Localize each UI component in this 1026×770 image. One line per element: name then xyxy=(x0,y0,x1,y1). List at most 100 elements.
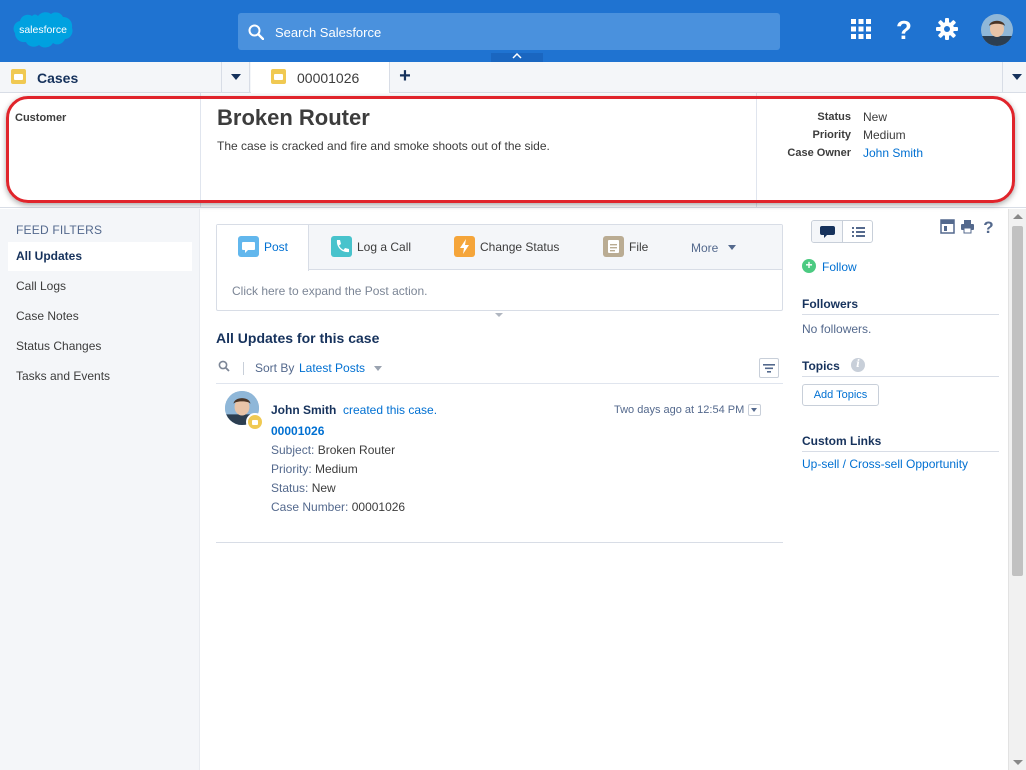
list-icon xyxy=(852,227,865,237)
tab-overflow-menu-button[interactable] xyxy=(1002,62,1026,93)
highlights-left-column: Customer xyxy=(0,93,201,207)
case-icon xyxy=(271,69,286,84)
layout-icon[interactable] xyxy=(940,219,955,234)
field-status: Status New xyxy=(757,109,1026,127)
post-action-text: created this case. xyxy=(343,403,438,417)
case-icon xyxy=(11,69,26,84)
field-priority: Priority Medium xyxy=(757,127,1026,145)
post-menu-button[interactable] xyxy=(748,404,761,416)
help-icon[interactable]: ? xyxy=(889,14,919,44)
search-placeholder: Search Salesforce xyxy=(275,25,382,40)
filter-call-logs[interactable]: Call Logs xyxy=(8,272,192,301)
case-icon xyxy=(246,413,264,431)
tab-change-status[interactable]: Change Status xyxy=(430,225,573,270)
post-field-label: Subject: xyxy=(271,443,315,457)
salesforce-logo[interactable]: salesforce xyxy=(12,11,74,53)
chevron-down-icon xyxy=(728,245,736,250)
custom-link-upsell[interactable]: Up-sell / Cross-sell Opportunity xyxy=(802,457,968,471)
feed-toolbar: Sort By Latest Posts xyxy=(216,358,783,380)
feed-view-button[interactable] xyxy=(812,221,843,242)
filter-case-notes[interactable]: Case Notes xyxy=(8,302,192,331)
sort-by-label: Sort By xyxy=(255,361,295,375)
post-icon xyxy=(238,236,259,257)
search-input[interactable]: Search Salesforce xyxy=(238,13,780,50)
filter-status-changes[interactable]: Status Changes xyxy=(8,332,192,361)
print-icon[interactable] xyxy=(960,219,975,234)
customer-label: Customer xyxy=(15,112,67,124)
lightning-icon xyxy=(454,236,475,257)
chevron-down-icon[interactable] xyxy=(374,366,382,371)
post-author-link[interactable]: John Smith xyxy=(271,403,336,417)
tab-more-label: More xyxy=(691,241,719,255)
tab-file[interactable]: File xyxy=(573,225,653,270)
tab-file-label: File xyxy=(629,240,649,254)
post-field-label: Priority: xyxy=(271,462,312,476)
post-field-case-number: Case Number: 00001026 xyxy=(271,500,405,514)
feed-end-divider xyxy=(216,542,783,543)
divider xyxy=(802,314,999,315)
scrollbar[interactable] xyxy=(1008,209,1026,770)
post-field-status: Status: New xyxy=(271,481,336,495)
highlights-fields: Status New Priority Medium Case Owner Jo… xyxy=(756,93,1026,207)
tab-more[interactable]: More xyxy=(677,225,747,270)
avatar[interactable] xyxy=(981,14,1013,46)
tab-post[interactable]: Post xyxy=(217,225,309,271)
search-icon[interactable] xyxy=(218,360,230,372)
add-tab-button[interactable]: + xyxy=(390,62,420,93)
plus-icon[interactable]: + xyxy=(802,259,816,273)
publisher-collapse-indicator xyxy=(495,313,503,317)
add-topics-button[interactable]: Add Topics xyxy=(802,384,879,406)
phone-icon xyxy=(331,236,352,257)
post-timestamp[interactable]: Two days ago at 12:54 PM xyxy=(614,404,744,416)
filter-tasks-events[interactable]: Tasks and Events xyxy=(8,362,192,391)
field-label: Case Owner xyxy=(787,147,851,159)
scrollbar-thumb[interactable] xyxy=(1012,226,1023,576)
feed-filter-button[interactable] xyxy=(759,358,779,378)
workspace-tab-bar: Cases 00001026 + xyxy=(0,62,1026,94)
tab-record[interactable]: 00001026 xyxy=(251,62,390,94)
tab-log-a-call[interactable]: Log a Call xyxy=(310,225,430,270)
filter-list-icon xyxy=(763,364,775,373)
sort-by-select[interactable]: Latest Posts xyxy=(299,361,365,375)
follow-button[interactable]: Follow xyxy=(822,260,857,274)
post-field-subject: Subject: Broken Router xyxy=(271,443,395,457)
field-case-owner: Case Owner John Smith xyxy=(757,145,1026,163)
divider xyxy=(802,376,999,377)
tab-log-a-call-label: Log a Call xyxy=(357,240,412,254)
scroll-down-icon[interactable] xyxy=(1013,760,1023,765)
info-icon[interactable]: i xyxy=(851,358,865,372)
tab-cases[interactable]: Cases xyxy=(0,62,222,93)
svg-text:?: ? xyxy=(983,218,993,235)
scroll-up-icon[interactable] xyxy=(1013,214,1023,219)
settings-icon[interactable] xyxy=(932,14,962,44)
case-description: The case is cracked and fire and smoke s… xyxy=(217,139,550,153)
post-field-label: Case Number: xyxy=(271,500,349,514)
divider xyxy=(802,451,999,452)
followers-title: Followers xyxy=(802,297,859,311)
logo-text: salesforce xyxy=(19,24,67,36)
feed-divider xyxy=(216,383,783,384)
tab-cases-menu-button[interactable] xyxy=(222,62,250,93)
followers-empty-text: No followers. xyxy=(802,322,872,336)
field-label: Priority xyxy=(812,129,851,141)
post-record-link[interactable]: 00001026 xyxy=(271,424,324,438)
tab-post-label: Post xyxy=(264,240,289,254)
feed-filters-sidebar: FEED FILTERS All Updates Call Logs Case … xyxy=(0,209,200,770)
publisher-expand-prompt[interactable]: Click here to expand the Post action. xyxy=(232,284,427,298)
filter-all-updates[interactable]: All Updates xyxy=(8,242,192,271)
post-field-label: Status: xyxy=(271,481,309,495)
plus-icon: + xyxy=(399,65,411,87)
app-launcher-icon[interactable] xyxy=(846,14,876,44)
case-owner-link[interactable]: John Smith xyxy=(863,146,923,160)
file-icon xyxy=(603,236,624,257)
svg-text:?: ? xyxy=(896,15,912,44)
post-field-value: Broken Router xyxy=(317,443,396,457)
help-icon[interactable]: ? xyxy=(981,218,996,235)
toolbar-divider xyxy=(243,362,244,375)
field-label: Status xyxy=(817,111,851,123)
publisher: Post Log a Call Change Status File More xyxy=(216,224,783,311)
search-icon xyxy=(248,24,264,40)
details-view-button[interactable] xyxy=(843,221,872,242)
search-scope-toggle[interactable] xyxy=(491,53,543,62)
feed-title: All Updates for this case xyxy=(216,330,380,346)
